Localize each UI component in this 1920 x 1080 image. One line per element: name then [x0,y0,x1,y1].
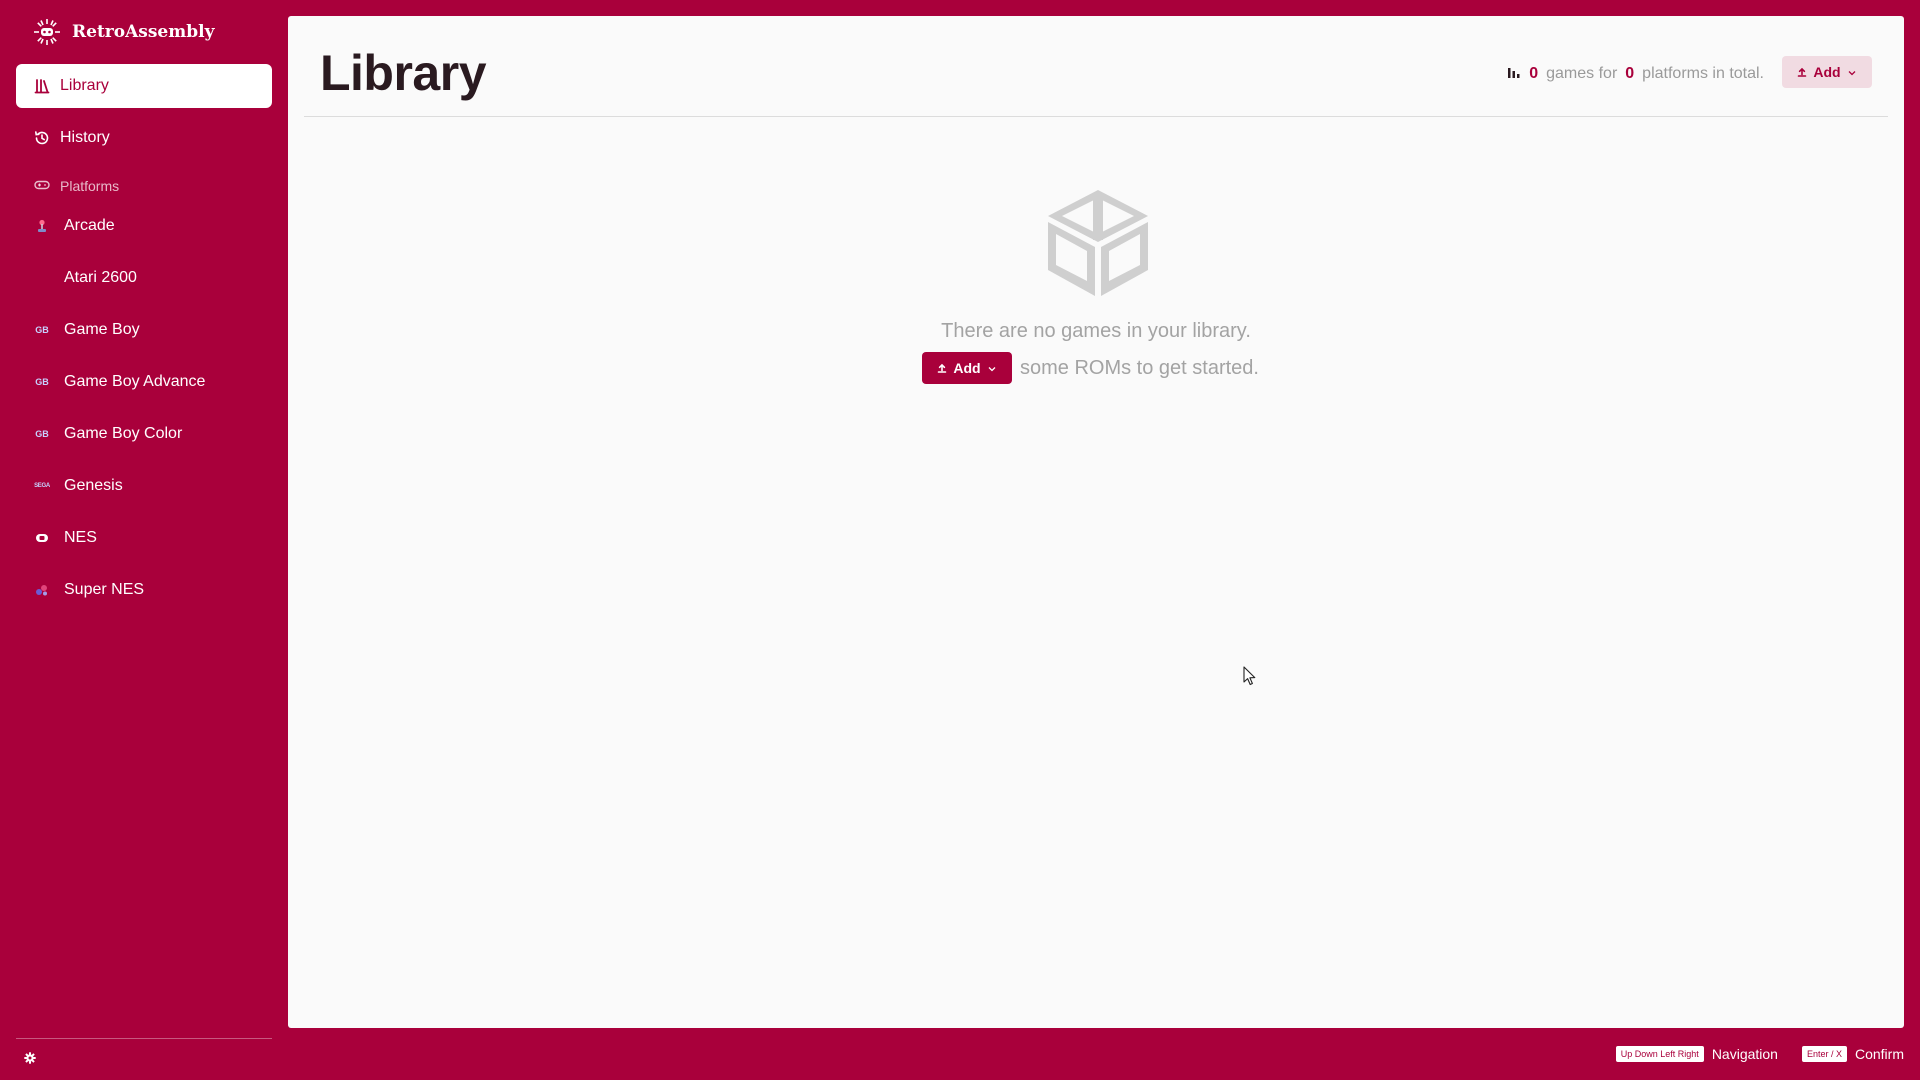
nes-icon [34,530,50,546]
nav-keys-badge: Up Down Left Right [1615,1046,1704,1062]
empty-box-icon [1038,188,1158,298]
add-label: Add [953,360,981,376]
sidebar-item-nes[interactable]: NES [16,516,272,560]
main-panel: Library 0 games for 0 platforms in total… [288,16,1904,1028]
sidebar-item-genesis[interactable]: SEGA Genesis [16,464,272,508]
gba-icon: GB [35,377,49,387]
games-text: games for [1546,65,1618,82]
sidebar-item-arcade[interactable]: Arcade [16,204,272,248]
add-roms-button[interactable]: Add [922,352,1012,384]
platform-label: Super NES [64,581,145,598]
mouse-cursor-icon [1243,666,1257,686]
add-label: Add [1813,64,1841,80]
controller-hints: Up Down Left Right Navigation Enter / X … [1615,1043,1904,1065]
platform-label: Game Boy Color [64,425,183,442]
sidebar-item-super-nes[interactable]: Super NES [16,568,272,612]
chevron-down-icon [987,360,997,376]
platforms-label: Platforms [60,178,120,194]
snes-icon [34,582,50,598]
platform-label: Game Boy [64,321,140,338]
brand-name: RetroAssembly [72,22,215,42]
sidebar-item-history[interactable]: History [16,116,272,160]
navigation-hint: Navigation [1711,1046,1778,1062]
history-icon [34,130,50,146]
settings-button[interactable] [22,1052,38,1068]
sidebar-item-label: Library [60,77,109,94]
upload-icon [937,360,947,376]
atari-icon [34,270,50,286]
confirm-hint: Confirm [1854,1046,1904,1062]
gamepad-icon [34,178,50,194]
platform-label: Game Boy Advance [64,373,206,390]
empty-state-cta: Add some ROMs to get started. [922,352,1259,384]
empty-state-message: There are no games in your library. [941,320,1251,342]
header-divider [304,116,1888,117]
arcade-joystick-icon [34,218,50,234]
sidebar-item-library[interactable]: Library [16,64,272,108]
gbc-icon: GB [35,429,49,439]
confirm-keys-badge: Enter / X [1801,1046,1847,1062]
sidebar-item-game-boy-color[interactable]: GB Game Boy Color [16,412,272,456]
retroassembly-logo-icon [32,17,62,47]
library-stats: 0 games for 0 platforms in total. [1507,62,1764,86]
sidebar: RetroAssembly Library History Platforms … [0,0,288,1080]
games-count: 0 [1529,65,1539,82]
genesis-icon: SEGA [34,483,50,489]
library-icon [34,78,50,94]
sidebar-item-label: History [60,129,110,146]
platform-label: NES [64,529,97,546]
upload-icon [1797,64,1807,80]
sidebar-item-game-boy[interactable]: GB Game Boy [16,308,272,352]
platform-label: Genesis [64,477,123,494]
platforms-count: 0 [1625,65,1635,82]
app-window: RetroAssembly Library History Platforms … [0,0,1920,1080]
sidebar-item-game-boy-advance[interactable]: GB Game Boy Advance [16,360,272,404]
platforms-text: platforms in total. [1642,65,1764,82]
gear-icon [24,1051,36,1069]
bar-chart-icon [1507,65,1521,84]
chevron-down-icon [1847,64,1857,80]
platform-label: Arcade [64,217,115,234]
brand[interactable]: RetroAssembly [32,16,214,48]
page-title: Library [320,45,487,101]
add-button[interactable]: Add [1782,56,1872,88]
empty-state-hint: some ROMs to get started. [1020,356,1259,379]
platform-label: Atari 2600 [64,269,137,286]
sidebar-item-atari-2600[interactable]: Atari 2600 [16,256,272,300]
platforms-section-label: Platforms [34,176,119,196]
sidebar-divider [16,1038,272,1039]
gb-icon: GB [35,325,49,335]
